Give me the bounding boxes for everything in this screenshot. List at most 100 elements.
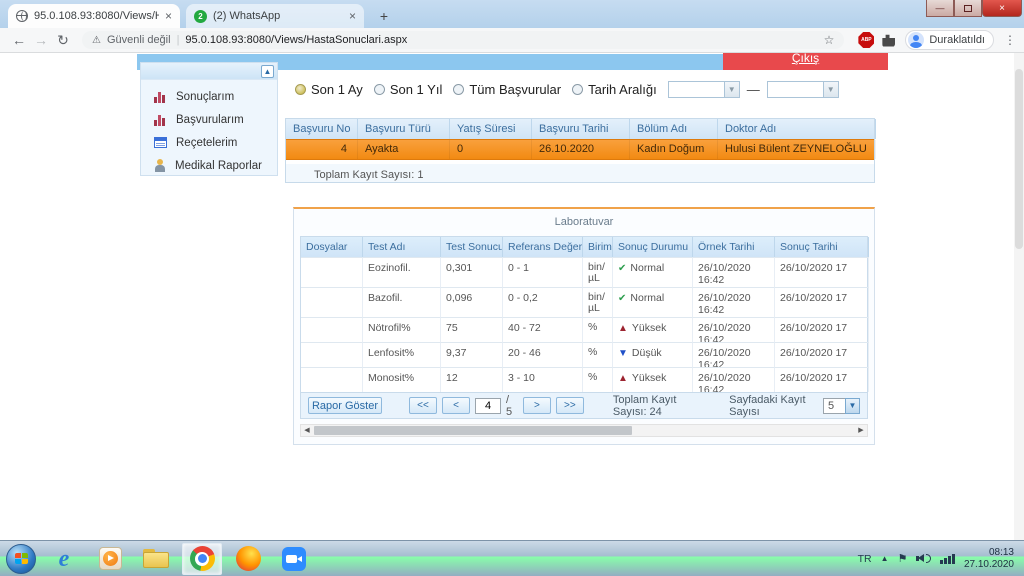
- network-signal-icon[interactable]: [940, 553, 955, 564]
- page-number-input[interactable]: [475, 398, 501, 414]
- bookmark-star-icon[interactable]: ☆: [824, 33, 835, 47]
- dropdown-arrow-icon[interactable]: ▼: [845, 398, 860, 414]
- sidebar-item-medikal-raporlar[interactable]: Medikal Raporlar: [141, 154, 277, 177]
- lab-row[interactable]: Monosit% 12 3 - 10 % ▲Yüksek 26/10/2020 …: [301, 367, 867, 392]
- show-report-button[interactable]: Rapor Göster: [308, 397, 382, 414]
- sidebar-item-basvurularim[interactable]: Başvurularım: [141, 108, 277, 131]
- next-page-button[interactable]: >: [523, 397, 551, 414]
- column-header[interactable]: Sonuç Tarihi: [775, 237, 869, 257]
- new-tab-button[interactable]: +: [372, 6, 396, 26]
- taskbar-item-internet-explorer[interactable]: e: [44, 543, 84, 575]
- taskbar-item-file-explorer[interactable]: [136, 543, 176, 575]
- dropdown-arrow-icon[interactable]: ▼: [823, 82, 838, 97]
- tab-hasta-sonuclari[interactable]: 95.0.108.93:8080/Views/HastaSc ×: [8, 4, 180, 28]
- lab-unit: bin/µL: [583, 287, 613, 317]
- radio-label[interactable]: Son 1 Ay: [311, 82, 363, 97]
- column-header[interactable]: Birim: [583, 237, 613, 257]
- date-to-select[interactable]: ▼: [767, 81, 839, 98]
- status-normal-icon: ✔: [618, 293, 626, 304]
- column-header[interactable]: Yatış Süresi: [450, 119, 532, 139]
- maximize-button[interactable]: [954, 0, 982, 17]
- adblock-extension-icon[interactable]: ABP: [858, 32, 874, 48]
- close-button[interactable]: ×: [982, 0, 1022, 17]
- globe-favicon-icon: [16, 10, 28, 22]
- status-normal-icon: ✔: [618, 263, 626, 274]
- action-center-flag-icon[interactable]: ⚑: [898, 552, 908, 565]
- sidebar-item-sonuclarim[interactable]: Sonuçlarım: [141, 85, 277, 108]
- taskbar-item-chrome-active[interactable]: [182, 543, 222, 575]
- forward-icon[interactable]: →: [30, 32, 52, 48]
- screen: 95.0.108.93:8080/Views/HastaSc × 2 (2) W…: [0, 0, 1024, 576]
- sidebar-item-recetelerim[interactable]: Reçetelerim: [141, 131, 277, 154]
- scrollbar-thumb[interactable]: [314, 426, 632, 435]
- scroll-right-icon[interactable]: ▶: [855, 425, 867, 436]
- prev-page-button[interactable]: <: [442, 397, 470, 414]
- security-label[interactable]: Güvenli değil: [107, 34, 171, 46]
- first-page-button[interactable]: <<: [409, 397, 437, 414]
- taskbar-item-zoom[interactable]: [274, 543, 314, 575]
- lab-row[interactable]: Eozinofil. 0,301 0 - 1 bin/µL ✔Normal 26…: [301, 257, 867, 287]
- column-header[interactable]: Başvuru No: [286, 119, 358, 139]
- radio-label[interactable]: Tüm Başvurular: [469, 82, 561, 97]
- lab-row[interactable]: Nötrofil% 75 40 - 72 % ▲Yüksek 26/10/202…: [301, 317, 867, 342]
- lab-sample-date: 26/10/2020 16:42: [693, 317, 775, 342]
- minimize-button[interactable]: —: [926, 0, 954, 17]
- radio-tarih-araligi[interactable]: [572, 84, 583, 95]
- reload-icon[interactable]: ↻: [52, 32, 74, 49]
- radio-son-1-yil[interactable]: [374, 84, 385, 95]
- url-text[interactable]: 95.0.108.93:8080/Views/HastaSonuclari.as…: [185, 34, 817, 46]
- page-count-label: / 5: [506, 394, 516, 418]
- radio-label[interactable]: Tarih Aralığı: [588, 82, 657, 97]
- address-bar[interactable]: ⚠ Güvenli değil | 95.0.108.93:8080/Views…: [82, 31, 844, 49]
- extension-icon[interactable]: [882, 34, 895, 47]
- visits-table-row-selected[interactable]: 4 Ayakta 0 26.10.2020 Kadın Doğum Hulusi…: [286, 139, 874, 160]
- radio-son-1-ay[interactable]: [295, 84, 306, 95]
- firefox-icon: [236, 546, 261, 571]
- lab-unit: %: [583, 367, 613, 392]
- page-size-select[interactable]: 5 ▼: [823, 398, 860, 414]
- lab-horizontal-scrollbar[interactable]: ◀ ▶: [300, 424, 868, 437]
- lab-status: ✔Normal: [613, 287, 693, 317]
- tab-close-icon[interactable]: ×: [165, 9, 172, 23]
- back-icon[interactable]: ←: [8, 32, 30, 48]
- profile-button[interactable]: Duraklatıldı: [905, 30, 994, 50]
- page-vertical-scrollbar[interactable]: [1014, 53, 1024, 540]
- column-header[interactable]: Başvuru Tarihi: [532, 119, 630, 139]
- last-page-button[interactable]: >>: [556, 397, 584, 414]
- column-header[interactable]: Referans Değeri: [503, 237, 583, 257]
- scroll-left-icon[interactable]: ◀: [301, 425, 313, 436]
- lab-status: ▲Yüksek: [613, 317, 693, 342]
- scrollbar-thumb[interactable]: [1015, 69, 1023, 249]
- hidden-icons-arrow-icon[interactable]: ▲: [881, 554, 889, 563]
- taskbar-item-firefox[interactable]: [228, 543, 268, 575]
- column-header[interactable]: Dosyalar: [301, 237, 363, 257]
- column-header[interactable]: Test Adı: [363, 237, 441, 257]
- column-header[interactable]: Test Sonucu: [441, 237, 503, 257]
- date-from-select[interactable]: ▼: [668, 81, 740, 98]
- dropdown-arrow-icon[interactable]: ▼: [724, 82, 739, 97]
- taskbar-clock[interactable]: 08:13 27.10.2020: [964, 547, 1014, 571]
- visit-department: Kadın Doğum: [630, 140, 718, 159]
- start-button[interactable]: [6, 544, 36, 574]
- column-header[interactable]: Doktor Adı: [718, 119, 876, 139]
- results-chart-icon: [154, 91, 167, 103]
- column-header[interactable]: Bölüm Adı: [630, 119, 718, 139]
- tab-whatsapp[interactable]: 2 (2) WhatsApp ×: [186, 4, 364, 28]
- lab-panel-title: Laboratuvar: [294, 209, 874, 236]
- lab-row[interactable]: Lenfosit% 9,37 20 - 46 % ▼Düşük 26/10/20…: [301, 342, 867, 367]
- status-label: Yüksek: [632, 322, 666, 334]
- radio-label[interactable]: Son 1 Yıl: [390, 82, 443, 97]
- column-header[interactable]: Örnek Tarihi: [693, 237, 775, 257]
- tab-close-icon[interactable]: ×: [349, 9, 356, 23]
- taskbar-item-media-player[interactable]: [90, 543, 130, 575]
- lab-row[interactable]: Bazofil. 0,096 0 - 0,2 bin/µL ✔Normal 26…: [301, 287, 867, 317]
- column-header[interactable]: Sonuç Durumu: [613, 237, 693, 257]
- logout-button[interactable]: Çıkış: [723, 53, 888, 70]
- column-header[interactable]: Başvuru Türü: [358, 119, 450, 139]
- collapse-button[interactable]: ▲: [261, 65, 274, 78]
- browser-menu-icon[interactable]: ⋮: [1004, 33, 1016, 47]
- lab-reference: 20 - 46: [503, 342, 583, 367]
- volume-icon[interactable]: [916, 553, 931, 564]
- radio-tum-basvurular[interactable]: [453, 84, 464, 95]
- language-indicator[interactable]: TR: [858, 553, 872, 565]
